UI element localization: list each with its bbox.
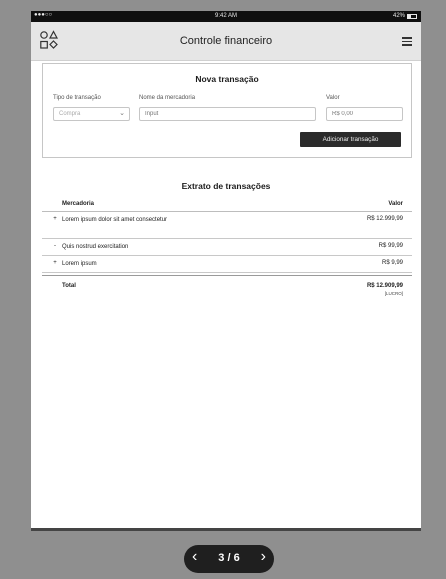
row-sign: + — [53, 260, 57, 266]
type-select[interactable]: Compra ⌄ — [53, 107, 130, 121]
page-navigator: ‹ 3 / 6 › — [184, 545, 274, 573]
hamburger-icon[interactable] — [402, 37, 412, 46]
app-title: Controle financeiro — [179, 35, 273, 47]
row-sign: + — [53, 216, 57, 222]
name-input[interactable] — [139, 107, 316, 121]
new-transaction-card: Nova transação Tipo de transação Compra … — [42, 63, 412, 158]
status-time: 9:42 AM — [214, 13, 237, 19]
type-select-value: Compra — [59, 111, 81, 117]
statement-heading: Extrato de transações — [181, 181, 271, 191]
battery-percent: 42% — [392, 13, 405, 19]
row-item: Lorem ipsum — [62, 261, 97, 267]
battery-icon — [407, 13, 417, 19]
statement-table: Mercadoria Valor + Lorem ipsum dolor sit… — [42, 198, 412, 306]
row-value: R$ 12.999,99 — [366, 216, 403, 222]
table-row[interactable]: + Lorem ipsum dolor sit amet consectetur… — [42, 212, 412, 239]
row-value: R$ 99,99 — [378, 243, 403, 249]
status-bar: ●●●○○ 9:42 AM 42% — [31, 11, 421, 22]
total-row: Total R$ 12.909,99 [LUCRO] — [42, 275, 412, 306]
row-item: Quis nostrud exercitation — [62, 244, 129, 250]
chevron-right-icon[interactable]: › — [261, 548, 266, 566]
screen-bottom-edge — [31, 528, 421, 531]
total-value: R$ 12.909,99 — [366, 283, 403, 289]
add-transaction-button[interactable]: Adicionar transação — [300, 132, 401, 147]
battery-status: 42% — [393, 13, 417, 19]
new-transaction-heading: Nova transação — [195, 74, 259, 84]
total-label: Total — [62, 283, 76, 289]
column-value: Valor — [388, 201, 403, 207]
table-header: Mercadoria Valor — [42, 198, 412, 212]
device-screen: ●●●○○ 9:42 AM 42% Controle financeiro No… — [31, 11, 421, 531]
column-item: Mercadoria — [62, 201, 95, 207]
value-input[interactable] — [326, 107, 403, 121]
table-row[interactable]: - Quis nostrud exercitation R$ 99,99 — [42, 239, 412, 256]
row-item: Lorem ipsum dolor sit amet consectetur — [62, 217, 168, 223]
type-label: Tipo de transação — [53, 95, 101, 101]
table-row[interactable]: + Lorem ipsum R$ 9,99 — [42, 256, 412, 273]
app-header: Controle financeiro — [31, 22, 421, 61]
row-sign: - — [54, 243, 56, 249]
value-label: Valor — [326, 95, 340, 101]
row-value: R$ 9,99 — [381, 260, 403, 266]
name-label: Nome da mercadoria — [139, 95, 196, 101]
chevron-down-icon: ⌄ — [119, 110, 125, 117]
total-note: [LUCRO] — [384, 291, 403, 296]
